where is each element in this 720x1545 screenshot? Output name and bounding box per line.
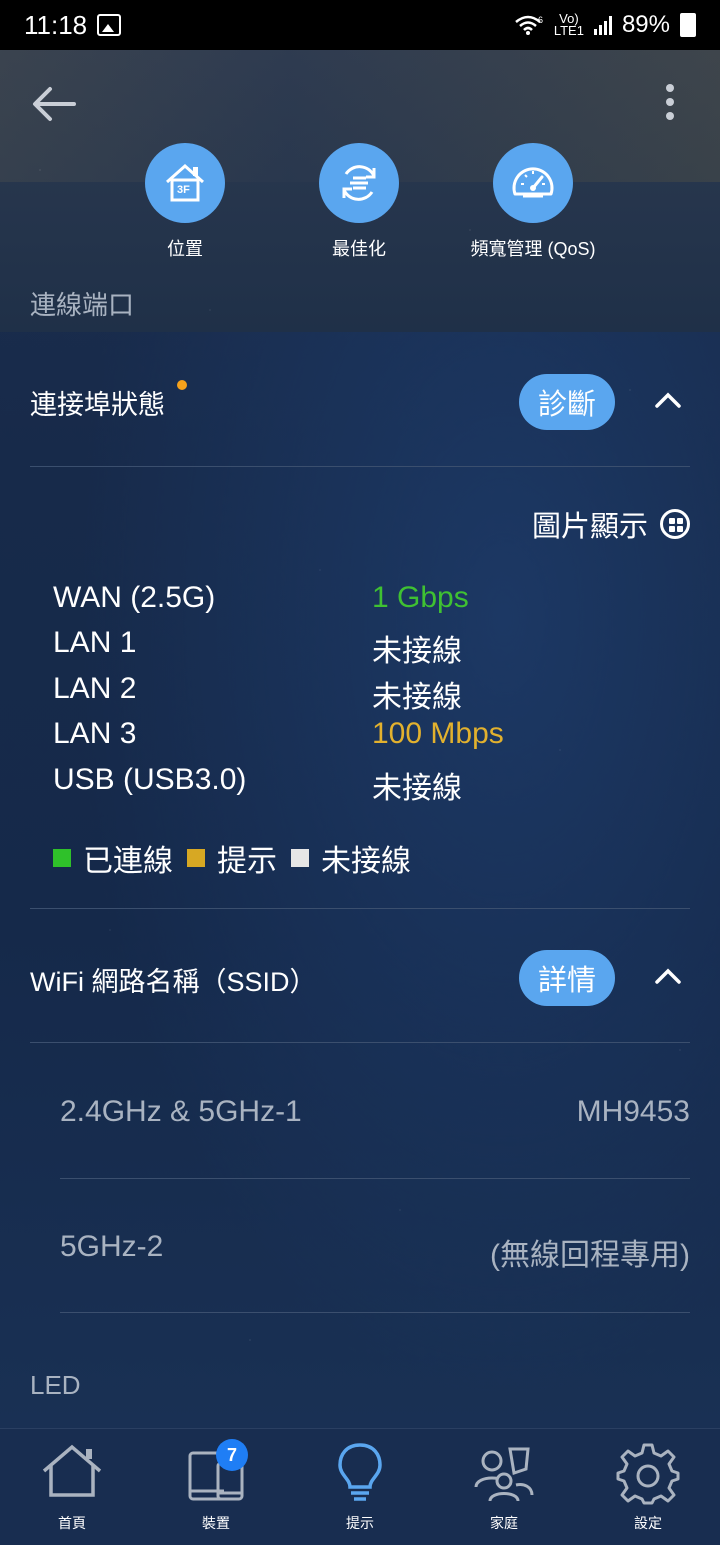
devices-count-badge: 7	[216, 1439, 248, 1471]
nav-label: 首頁	[58, 1515, 86, 1531]
wifi-section-title: WiFi 網路名稱（SSID）	[30, 967, 317, 997]
qos-icon-circle	[493, 143, 573, 223]
wifi-band-label: 2.4GHz & 5GHz-1	[60, 1095, 302, 1128]
family-icon	[474, 1447, 534, 1502]
port-value: 未接線	[372, 635, 462, 668]
divider	[30, 466, 690, 467]
port-status-title: 連接埠狀態	[30, 390, 165, 420]
chevron-up-icon[interactable]	[653, 966, 683, 986]
legend-item: 提示	[187, 836, 277, 880]
grid-view-icon	[660, 509, 690, 539]
details-button[interactable]: 詳情	[519, 950, 615, 1006]
wifi-6-tag: 6	[538, 15, 543, 25]
status-legend: 已連線 提示 未接線	[53, 836, 425, 880]
section-title-ports: 連線端口	[30, 290, 135, 320]
gear-icon	[616, 1443, 680, 1505]
image-notification-icon	[97, 14, 122, 36]
back-arrow-icon[interactable]	[30, 84, 76, 124]
legend-swatch	[291, 849, 309, 867]
nav-devices[interactable]: 7 裝置	[144, 1429, 288, 1545]
wifi-band-label: 5GHz-2	[60, 1230, 164, 1263]
location-icon-circle: 3F	[145, 143, 225, 223]
bottom-navigation: 首頁 7 裝置 提示 家庭 設定	[0, 1428, 720, 1545]
port-value: 1 Gbps	[372, 581, 469, 614]
legend-label: 提示	[217, 845, 277, 878]
port-name: USB (USB3.0)	[53, 763, 247, 796]
nav-family[interactable]: 家庭	[432, 1429, 576, 1545]
legend-swatch	[53, 849, 71, 867]
location-button[interactable]: 3F 位置	[95, 143, 275, 261]
status-left: 11:18	[24, 9, 122, 41]
nav-label: 設定	[634, 1515, 662, 1531]
optimize-button[interactable]: 最佳化	[269, 143, 449, 261]
wifi-ssid-value: MH9453	[576, 1095, 690, 1128]
home-3f-icon: 3F	[166, 163, 204, 202]
divider	[30, 908, 690, 909]
graph-view-toggle[interactable]: 圖片顯示	[532, 503, 690, 545]
graph-view-label: 圖片顯示	[531, 511, 648, 543]
divider	[30, 1042, 690, 1043]
port-name: LAN 1	[53, 626, 137, 659]
port-name: WAN (2.5G)	[53, 581, 216, 614]
led-section-title: LED	[30, 1370, 81, 1400]
divider	[60, 1178, 690, 1179]
legend-item: 已連線	[53, 836, 173, 880]
legend-item: 未接線	[291, 836, 411, 880]
optimize-icon-circle	[319, 143, 399, 223]
signal-icon	[593, 15, 612, 35]
port-value: 未接線	[372, 681, 462, 714]
optimize-icon	[342, 165, 376, 201]
nav-label: 家庭	[490, 1515, 518, 1531]
nav-home[interactable]: 首頁	[0, 1429, 144, 1545]
optimize-label: 最佳化	[332, 239, 386, 259]
nav-label: 裝置	[202, 1515, 230, 1531]
notification-dot	[177, 380, 187, 390]
port-name: LAN 2	[53, 672, 137, 705]
wifi-icon: 6	[515, 15, 543, 35]
legend-label: 未接線	[321, 845, 411, 878]
lightbulb-icon	[338, 1443, 382, 1501]
home-icon	[42, 1444, 102, 1497]
location-label: 位置	[167, 239, 203, 259]
wifi-ssid-value: (無線回程專用)	[490, 1239, 690, 1272]
legend-label: 已連線	[83, 845, 173, 878]
status-right: 6 Vo) LTE1 89%	[514, 11, 696, 39]
divider	[60, 1312, 690, 1313]
port-value: 100 Mbps	[372, 717, 504, 750]
chevron-up-icon[interactable]	[653, 390, 683, 410]
battery-icon	[680, 13, 696, 37]
more-options-icon[interactable]	[660, 84, 680, 124]
speedometer-icon	[512, 167, 554, 198]
qos-button[interactable]: 頻寬管理 (QoS)	[443, 143, 623, 261]
legend-swatch	[187, 849, 205, 867]
volte-bottom: LTE1	[553, 23, 584, 38]
battery-percent: 89%	[621, 11, 670, 38]
nav-label: 提示	[346, 1515, 374, 1531]
port-name: LAN 3	[53, 717, 137, 750]
status-bar: 11:18 6 Vo) LTE1 89%	[0, 0, 720, 50]
qos-label: 頻寬管理 (QoS)	[470, 239, 596, 259]
clock: 11:18	[24, 9, 88, 40]
floor-badge-text: 3F	[177, 184, 190, 196]
port-value: 未接線	[372, 772, 462, 805]
diagnose-button[interactable]: 診斷	[519, 374, 615, 430]
nav-settings[interactable]: 設定	[576, 1429, 720, 1545]
volte-indicator: Vo) LTE1	[553, 12, 584, 38]
nav-tips[interactable]: 提示	[288, 1429, 432, 1545]
